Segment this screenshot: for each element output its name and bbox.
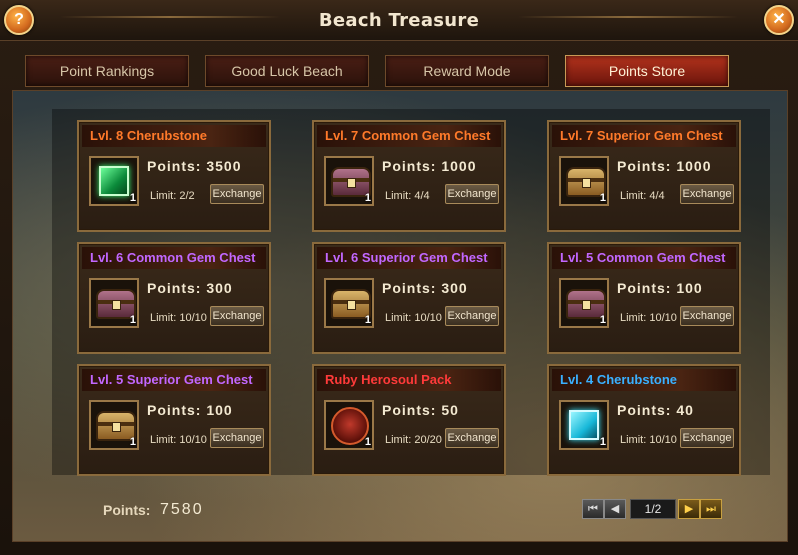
item-quantity: 1 xyxy=(364,436,371,448)
item-icon-slot[interactable]: 1 xyxy=(324,156,374,206)
item-icon-slot[interactable]: 1 xyxy=(559,400,609,450)
exchange-button[interactable]: Exchange xyxy=(210,184,264,204)
exchange-button[interactable]: Exchange xyxy=(445,306,499,326)
item-quantity: 1 xyxy=(599,192,606,204)
item-header: Lvl. 6 Superior Gem Chest xyxy=(317,247,501,269)
item-limit: Limit: 10/10 xyxy=(620,312,677,324)
exchange-button[interactable]: Exchange xyxy=(445,184,499,204)
item-limit: Limit: 2/2 xyxy=(150,190,195,202)
item-quantity: 1 xyxy=(129,436,136,448)
exchange-button[interactable]: Exchange xyxy=(680,428,734,448)
item-points: Points: 40 xyxy=(617,402,694,418)
item-quantity: 1 xyxy=(129,192,136,204)
footer-points-label: Points: xyxy=(103,502,151,518)
prev-page-button[interactable]: ◀ xyxy=(604,499,626,519)
last-page-button[interactable]: ⏭ xyxy=(700,499,722,519)
item-points: Points: 100 xyxy=(617,280,703,296)
next-page-button[interactable]: ▶ xyxy=(678,499,700,519)
beach-treasure-window: Beach Treasure ? ✕ Point Rankings Good L… xyxy=(0,0,798,555)
item-limit: Limit: 10/10 xyxy=(150,434,207,446)
tab-points-store[interactable]: Points Store xyxy=(565,55,729,87)
item-icon-slot[interactable]: 1 xyxy=(89,400,139,450)
tab-good-luck-beach[interactable]: Good Luck Beach xyxy=(205,55,369,87)
item-quantity: 1 xyxy=(364,192,371,204)
item-points: Points: 50 xyxy=(382,402,459,418)
item-icon-slot[interactable]: 1 xyxy=(324,400,374,450)
item-quantity: 1 xyxy=(364,314,371,326)
store-item-card: Lvl. 5 Superior Gem Chest 1 Points: 100 Lim… xyxy=(77,364,271,476)
item-name: Ruby Herosoul Pack xyxy=(325,372,452,387)
blue-cherubstone-icon xyxy=(569,410,599,440)
item-name: Lvl. 5 Superior Gem Chest xyxy=(90,372,253,387)
item-points: Points: 300 xyxy=(147,280,233,296)
item-header: Lvl. 5 Common Gem Chest xyxy=(552,247,736,269)
item-name: Lvl. 4 Cherubstone xyxy=(560,372,678,387)
item-points: Points: 300 xyxy=(382,280,468,296)
item-icon-slot[interactable]: 1 xyxy=(89,156,139,206)
exchange-button[interactable]: Exchange xyxy=(210,306,264,326)
store-item-card: Lvl. 7 Common Gem Chest 1 Points: 1000 Limi… xyxy=(312,120,506,232)
help-button[interactable]: ? xyxy=(4,5,34,35)
item-name: Lvl. 8 Cherubstone xyxy=(90,128,208,143)
green-cherubstone-icon xyxy=(99,166,129,196)
item-name: Lvl. 6 Superior Gem Chest xyxy=(325,250,488,265)
item-icon-slot[interactable]: 1 xyxy=(559,278,609,328)
item-header: Lvl. 5 Superior Gem Chest xyxy=(82,369,266,391)
store-item-card: Lvl. 4 Cherubstone 1 Points: 40 Limit: 10/1… xyxy=(547,364,741,476)
item-header: Lvl. 8 Cherubstone xyxy=(82,125,266,147)
item-icon-slot[interactable]: 1 xyxy=(559,156,609,206)
item-name: Lvl. 7 Common Gem Chest xyxy=(325,128,491,143)
item-limit: Limit: 10/10 xyxy=(620,434,677,446)
item-limit: Limit: 10/10 xyxy=(150,312,207,324)
store-item-card: Lvl. 6 Common Gem Chest 1 Points: 300 Limit… xyxy=(77,242,271,354)
tab-reward-mode[interactable]: Reward Mode xyxy=(385,55,549,87)
item-points: Points: 1000 xyxy=(617,158,712,174)
item-limit: Limit: 4/4 xyxy=(620,190,665,202)
store-item-card: Lvl. 6 Superior Gem Chest 1 Points: 300 Lim… xyxy=(312,242,506,354)
item-name: Lvl. 5 Common Gem Chest xyxy=(560,250,726,265)
page-indicator: 1/2 xyxy=(630,499,676,519)
store-item-card: Lvl. 7 Superior Gem Chest 1 Points: 1000 Li… xyxy=(547,120,741,232)
exchange-button[interactable]: Exchange xyxy=(680,184,734,204)
item-limit: Limit: 10/10 xyxy=(385,312,442,324)
item-points: Points: 100 xyxy=(147,402,233,418)
item-icon-slot[interactable]: 1 xyxy=(89,278,139,328)
item-points: Points: 1000 xyxy=(382,158,477,174)
store-item-card: Lvl. 8 Cherubstone 1 Points: 3500 Limit: 2/… xyxy=(77,120,271,232)
item-header: Lvl. 4 Cherubstone xyxy=(552,369,736,391)
ruby-herosoul-pack-icon xyxy=(331,407,369,445)
exchange-button[interactable]: Exchange xyxy=(680,306,734,326)
exchange-button[interactable]: Exchange xyxy=(445,428,499,448)
item-quantity: 1 xyxy=(599,314,606,326)
item-header: Lvl. 6 Common Gem Chest xyxy=(82,247,266,269)
exchange-button[interactable]: Exchange xyxy=(210,428,264,448)
first-page-button[interactable]: ⏮ xyxy=(582,499,604,519)
tab-point-rankings[interactable]: Point Rankings xyxy=(25,55,189,87)
item-quantity: 1 xyxy=(599,436,606,448)
item-icon-slot[interactable]: 1 xyxy=(324,278,374,328)
item-name: Lvl. 6 Common Gem Chest xyxy=(90,250,256,265)
store-item-card: Lvl. 5 Common Gem Chest 1 Points: 100 Limit… xyxy=(547,242,741,354)
item-header: Ruby Herosoul Pack xyxy=(317,369,501,391)
item-points: Points: 3500 xyxy=(147,158,242,174)
item-limit: Limit: 20/20 xyxy=(385,434,442,446)
window-title: Beach Treasure xyxy=(318,10,480,31)
item-header: Lvl. 7 Superior Gem Chest xyxy=(552,125,736,147)
item-quantity: 1 xyxy=(129,314,136,326)
item-header: Lvl. 7 Common Gem Chest xyxy=(317,125,501,147)
close-button[interactable]: ✕ xyxy=(764,5,794,35)
title-bar: Beach Treasure ? ✕ xyxy=(0,0,798,41)
store-item-card: Ruby Herosoul Pack 1 Points: 50 Limit: 20/2… xyxy=(312,364,506,476)
footer-points-value: 7580 xyxy=(160,501,204,518)
item-limit: Limit: 4/4 xyxy=(385,190,430,202)
item-name: Lvl. 7 Superior Gem Chest xyxy=(560,128,723,143)
